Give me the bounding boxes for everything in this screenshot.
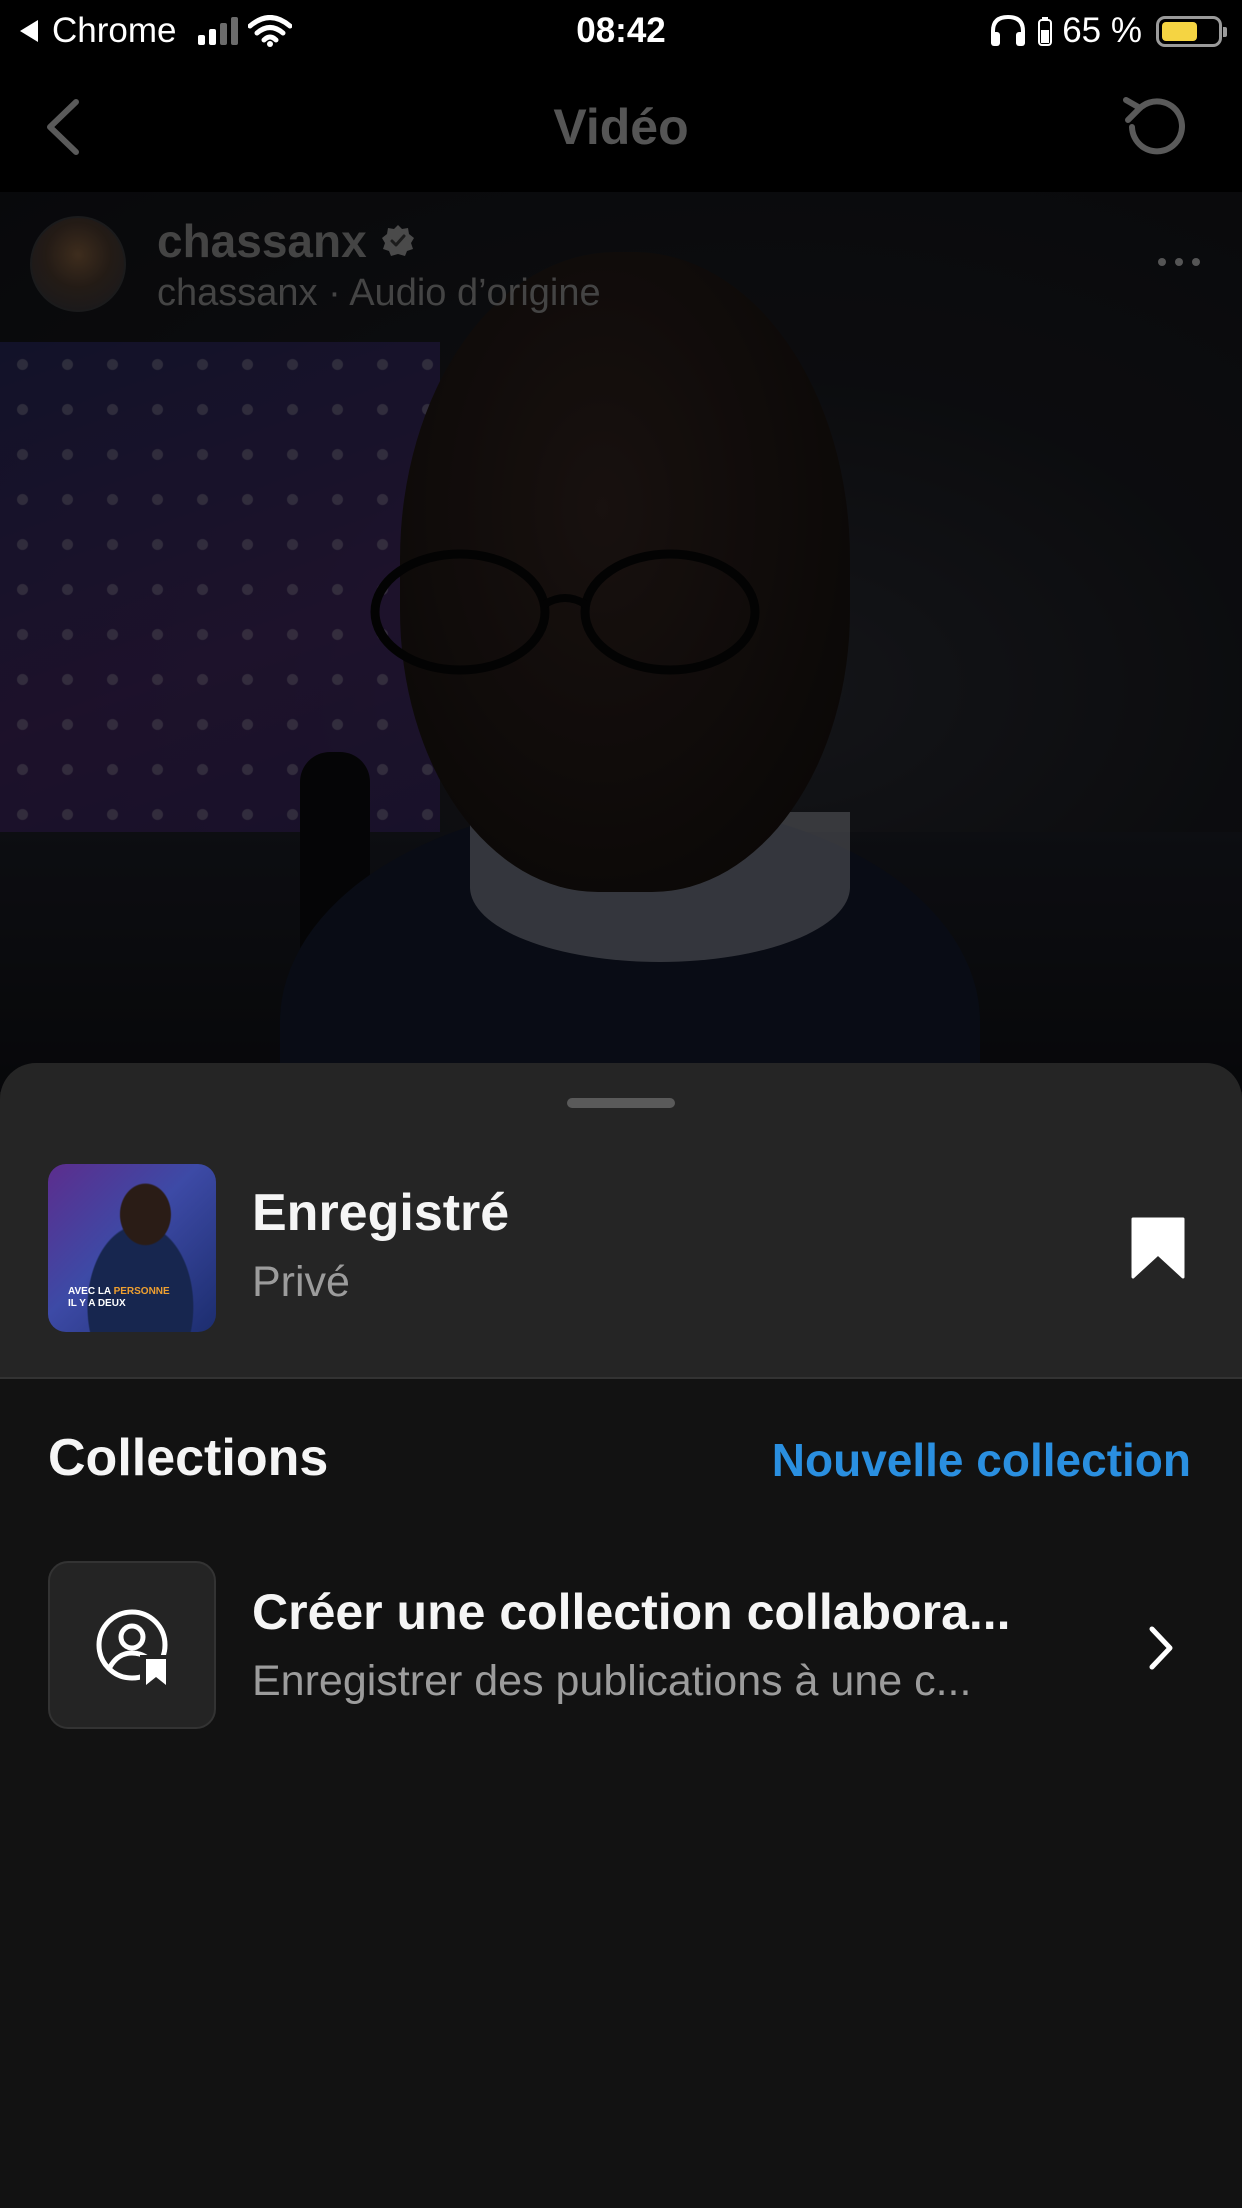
collections-heading: Collections [48,1429,329,1487]
saved-privacy-label: Privé [252,1258,350,1306]
screen: Chrome 08:42 65 % Vidéo chassanx chassan… [0,0,1242,2208]
headphone-battery-icon [1038,17,1053,46]
audio-subtitle[interactable]: chassanx · Audio d’origine [157,272,601,315]
username[interactable]: chassanx [157,214,367,268]
page-title: Vidéo [553,99,689,155]
thumbnail-caption: AVEC LA PERSONNE IL Y A DEUX [68,1286,170,1309]
post-header: chassanx chassanx · Audio d’origine [0,192,1242,342]
sheet-drag-handle[interactable] [567,1098,675,1108]
saved-post-thumbnail: AVEC LA PERSONNE IL Y A DEUX [48,1164,216,1332]
avatar[interactable] [30,216,126,312]
battery-icon [1156,15,1227,47]
collab-icon-box [48,1561,216,1729]
video-player[interactable]: chassanx chassanx · Audio d’origine [0,192,1242,1092]
status-bar: Chrome 08:42 65 % [0,0,1242,62]
bookmark-filled-icon[interactable] [1129,1216,1187,1280]
battery-fill [1162,21,1198,41]
headphones-icon [991,14,1026,46]
saved-title: Enregistré [252,1184,510,1242]
more-options-icon[interactable] [1158,258,1200,266]
battery-percent: 65 % [1062,11,1142,50]
new-collection-link[interactable]: Nouvelle collection [772,1433,1191,1487]
nav-bar: Vidéo [0,62,1242,192]
username-row: chassanx [157,214,415,268]
create-collaborative-collection-item[interactable]: Créer une collection collabora... Enregi… [0,1561,1242,1736]
collab-collection-subtitle: Enregistrer des publications à une c... [252,1657,972,1705]
status-right: 65 % [988,0,1227,62]
verified-badge-icon [381,225,414,256]
user-bookmark-icon [96,1609,170,1687]
collab-collection-title: Créer une collection collabora... [252,1584,1011,1640]
saved-section: AVEC LA PERSONNE IL Y A DEUX Enregistré … [0,1063,1242,1379]
refresh-icon[interactable] [1118,90,1192,164]
save-bottom-sheet: AVEC LA PERSONNE IL Y A DEUX Enregistré … [0,1063,1242,2208]
chevron-right-icon [1149,1626,1173,1670]
